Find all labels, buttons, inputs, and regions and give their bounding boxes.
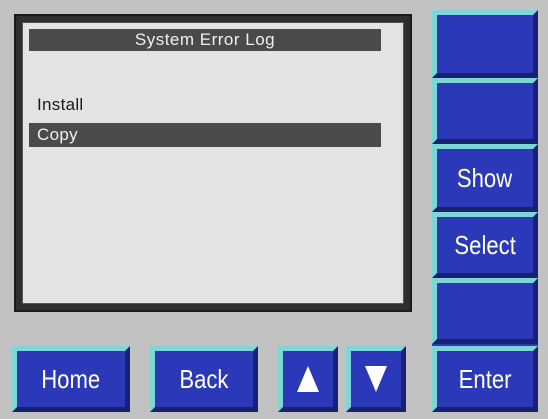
arrow-down-icon	[365, 366, 387, 392]
back-button[interactable]: Back	[150, 346, 258, 412]
enter-button[interactable]: Enter	[432, 346, 538, 412]
home-button[interactable]: Home	[12, 346, 130, 412]
scroll-down-button[interactable]	[346, 346, 406, 412]
home-button-label: Home	[41, 363, 101, 394]
select-button-label: Select	[454, 229, 516, 260]
side-button-5[interactable]	[432, 278, 538, 344]
show-button-label: Show	[457, 162, 513, 193]
side-button-1[interactable]	[432, 10, 538, 78]
back-button-label: Back	[179, 363, 229, 394]
show-button[interactable]: Show	[432, 144, 538, 212]
enter-button-label: Enter	[458, 363, 512, 394]
control-panel: System Error Log Install Copy Show Selec…	[0, 0, 548, 419]
arrow-up-icon	[297, 366, 319, 392]
menu-item-copy[interactable]: Copy	[29, 123, 381, 147]
display-screen: System Error Log Install Copy	[14, 14, 412, 312]
display-area: System Error Log Install Copy	[22, 22, 404, 304]
screen-title: System Error Log	[29, 29, 381, 51]
menu-item-install[interactable]: Install	[29, 93, 381, 117]
scroll-up-button[interactable]	[278, 346, 338, 412]
side-button-2[interactable]	[432, 78, 538, 144]
select-button[interactable]: Select	[432, 212, 538, 278]
